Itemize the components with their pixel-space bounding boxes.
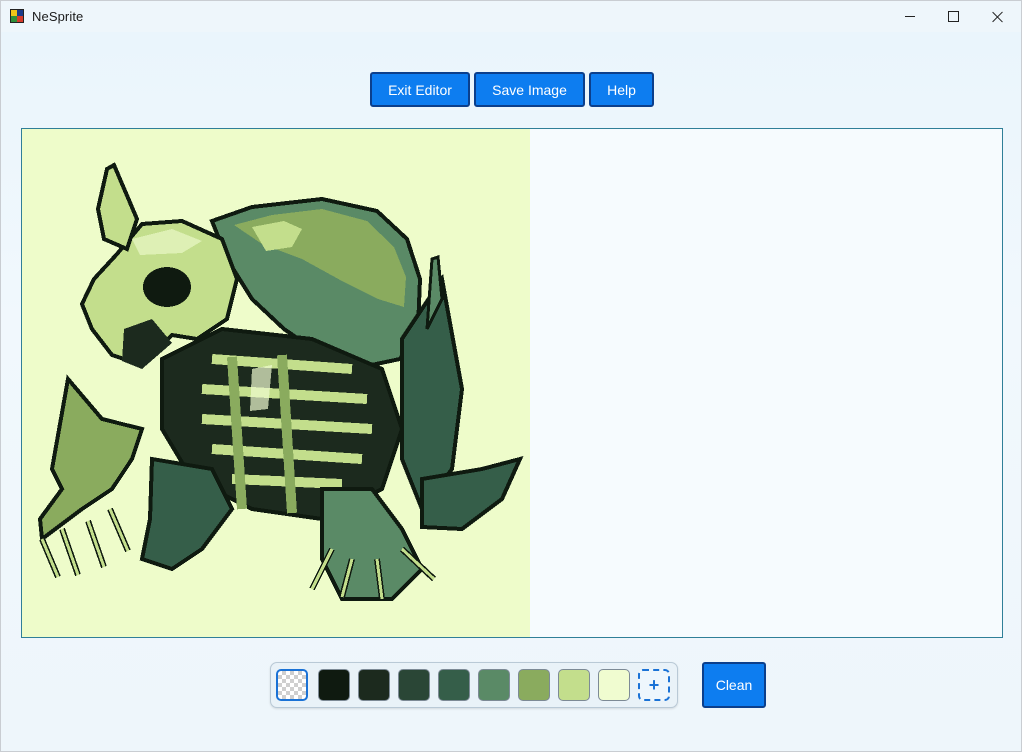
swatch-color-3[interactable]: [398, 669, 430, 701]
app-window: NeSprite Exit Editor Save Image Help + C…: [0, 0, 1022, 752]
add-color-button[interactable]: +: [638, 669, 670, 701]
help-button[interactable]: Help: [589, 72, 654, 107]
window-title: NeSprite: [32, 9, 84, 24]
close-button[interactable]: [975, 1, 1021, 32]
sprite-canvas[interactable]: [21, 128, 1003, 638]
swatch-color-5[interactable]: [478, 669, 510, 701]
clean-button[interactable]: Clean: [702, 662, 766, 708]
swatch-color-8[interactable]: [598, 669, 630, 701]
save-image-button[interactable]: Save Image: [474, 72, 585, 107]
minimize-button[interactable]: [887, 1, 933, 32]
exit-editor-button[interactable]: Exit Editor: [370, 72, 470, 107]
maximize-icon: [947, 11, 959, 22]
swatch-color-7[interactable]: [558, 669, 590, 701]
sprite-image: [37, 162, 524, 601]
swatch-color-1[interactable]: [318, 669, 350, 701]
close-icon: [992, 11, 1004, 23]
minimize-icon: [905, 16, 915, 17]
app-icon: [10, 9, 24, 23]
color-palette: +: [270, 662, 678, 708]
swatch-color-6[interactable]: [518, 669, 550, 701]
editor-client-area: Exit Editor Save Image Help + Clean: [1, 32, 1021, 751]
swatch-transparent[interactable]: [276, 669, 308, 701]
title-bar[interactable]: NeSprite: [1, 1, 1021, 32]
swatch-color-4[interactable]: [438, 669, 470, 701]
maximize-button[interactable]: [930, 1, 976, 32]
swatch-color-2[interactable]: [358, 669, 390, 701]
